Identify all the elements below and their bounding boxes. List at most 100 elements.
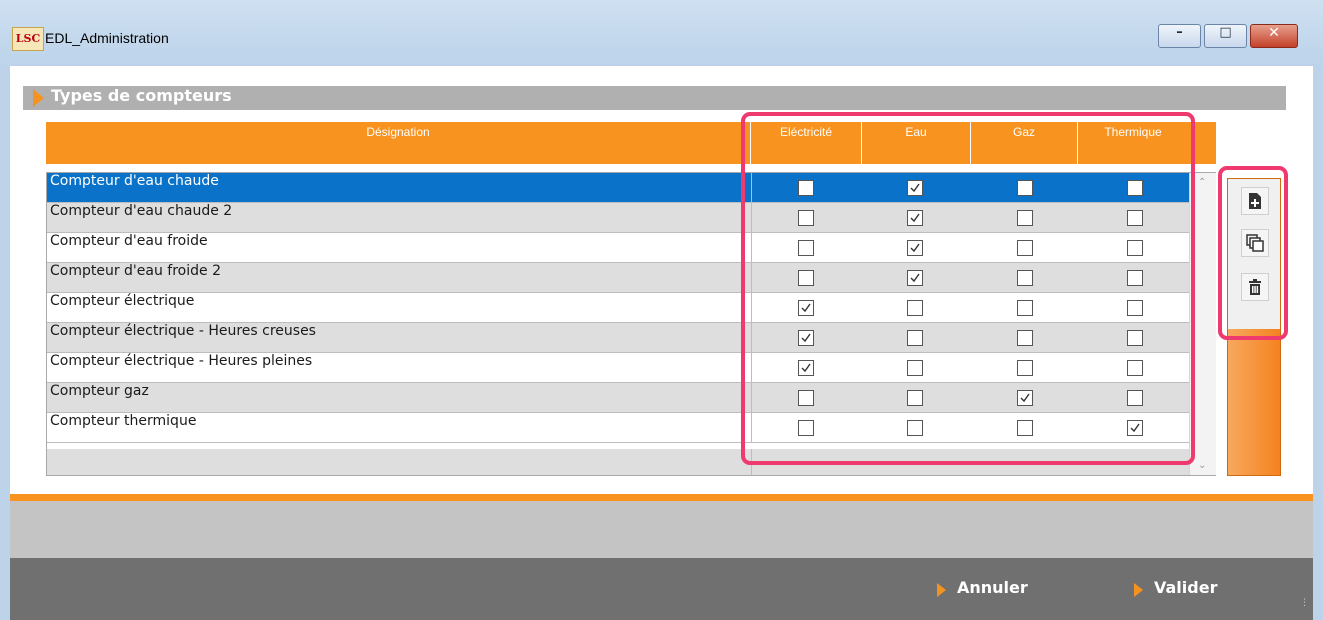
checkbox-eau[interactable] [907,390,923,406]
checkbox-thermique[interactable] [1127,420,1143,436]
add-button[interactable] [1241,187,1269,215]
table-row[interactable]: Compteur d'eau chaude [47,173,1189,203]
checkbox-gaz[interactable] [1017,360,1033,376]
checkbox-gaz[interactable] [1017,300,1033,316]
column-divider [751,263,752,293]
table-row[interactable]: Compteur thermique [47,413,1189,443]
checkbox-electricite[interactable] [798,240,814,256]
orange-divider [10,494,1313,501]
title-bar: LSC EDL_Administration – □ ✕ [0,0,1323,66]
checkbox-electricite[interactable] [798,180,814,196]
checkbox-thermique[interactable] [1127,270,1143,286]
row-designation: Compteur d'eau froide [50,233,208,249]
column-divider [751,449,752,475]
maximize-button[interactable]: □ [1204,24,1247,48]
column-divider [751,383,752,413]
duplicate-button[interactable] [1241,229,1269,257]
arrow-right-icon [1134,583,1143,597]
checkbox-electricite[interactable] [798,270,814,286]
column-divider [751,173,752,203]
resize-grip-icon[interactable]: ⋮⋮ [1300,598,1318,608]
checkmark-icon [910,273,920,283]
checkbox-thermique[interactable] [1127,390,1143,406]
minimize-button[interactable]: – [1158,24,1201,48]
column-header-electricite[interactable]: Eléctricité [751,122,861,164]
checkbox-electricite[interactable] [798,390,814,406]
add-document-icon [1249,193,1261,209]
row-designation: Compteur électrique [50,293,195,309]
checkbox-eau[interactable] [907,180,923,196]
column-header-designation[interactable]: Désignation [46,122,750,164]
row-designation: Compteur électrique - Heures creuses [50,323,316,339]
duplicate-icon [1246,234,1264,252]
footer-bar: Annuler Valider ⋮⋮ [10,558,1318,620]
checkmark-icon [910,183,920,193]
checkbox-electricite[interactable] [798,330,814,346]
checkmark-icon [801,363,811,373]
checkbox-gaz[interactable] [1017,390,1033,406]
checkmark-icon [910,213,920,223]
table-row[interactable]: Compteur électrique [47,293,1189,323]
column-divider [751,233,752,263]
row-designation: Compteur gaz [50,383,149,399]
checkmark-icon [910,243,920,253]
checkbox-thermique[interactable] [1127,180,1143,196]
checkbox-eau[interactable] [907,420,923,436]
window-border-right [1313,66,1323,620]
close-icon: ✕ [1268,25,1280,41]
vertical-scrollbar[interactable]: ⌃ ⌄ [1189,173,1216,475]
table-row[interactable]: Compteur d'eau froide [47,233,1189,263]
checkbox-eau[interactable] [907,270,923,286]
close-button[interactable]: ✕ [1250,24,1298,48]
app-window: LSC EDL_Administration – □ ✕ Types de co… [0,0,1323,620]
table-row[interactable]: Compteur d'eau chaude 2 [47,203,1189,233]
cancel-label: Annuler [957,578,1028,597]
checkbox-gaz[interactable] [1017,180,1033,196]
checkbox-gaz[interactable] [1017,330,1033,346]
checkbox-electricite[interactable] [798,210,814,226]
window-title: EDL_Administration [45,30,169,46]
checkbox-thermique[interactable] [1127,330,1143,346]
row-designation: Compteur d'eau chaude 2 [50,203,233,219]
column-divider [751,353,752,383]
delete-button[interactable] [1241,273,1269,301]
checkbox-thermique[interactable] [1127,210,1143,226]
column-divider [751,293,752,323]
checkbox-eau[interactable] [907,330,923,346]
column-header-eau[interactable]: Eau [862,122,970,164]
app-logo: LSC [12,27,44,51]
checkbox-eau[interactable] [907,240,923,256]
checkbox-gaz[interactable] [1017,270,1033,286]
row-designation: Compteur d'eau chaude [50,173,219,189]
table-row[interactable]: Compteur gaz [47,383,1189,413]
table-row[interactable]: Compteur d'eau froide 2 [47,263,1189,293]
validate-button[interactable]: Valider [1134,578,1254,602]
checkmark-icon [801,303,811,313]
section-title: Types de compteurs [51,86,232,105]
section-header: Types de compteurs [23,86,1286,110]
checkbox-gaz[interactable] [1017,210,1033,226]
checkbox-gaz[interactable] [1017,240,1033,256]
table-row[interactable]: Compteur électrique - Heures pleines [47,353,1189,383]
checkbox-electricite[interactable] [798,360,814,376]
column-header-gaz[interactable]: Gaz [971,122,1077,164]
checkbox-electricite[interactable] [798,420,814,436]
column-divider [751,413,752,443]
checkbox-eau[interactable] [907,210,923,226]
checkbox-electricite[interactable] [798,300,814,316]
checkmark-icon [801,333,811,343]
validate-label: Valider [1154,578,1218,597]
checkbox-eau[interactable] [907,360,923,376]
checkbox-thermique[interactable] [1127,240,1143,256]
scroll-up-icon[interactable]: ⌃ [1198,177,1206,188]
column-divider [751,323,752,353]
checkbox-gaz[interactable] [1017,420,1033,436]
window-border-left [0,66,10,620]
scroll-down-icon[interactable]: ⌄ [1198,460,1206,471]
column-header-thermique[interactable]: Thermique [1078,122,1188,164]
checkbox-thermique[interactable] [1127,360,1143,376]
checkbox-thermique[interactable] [1127,300,1143,316]
table-row[interactable]: Compteur électrique - Heures creuses [47,323,1189,353]
cancel-button[interactable]: Annuler [937,578,1057,602]
checkbox-eau[interactable] [907,300,923,316]
